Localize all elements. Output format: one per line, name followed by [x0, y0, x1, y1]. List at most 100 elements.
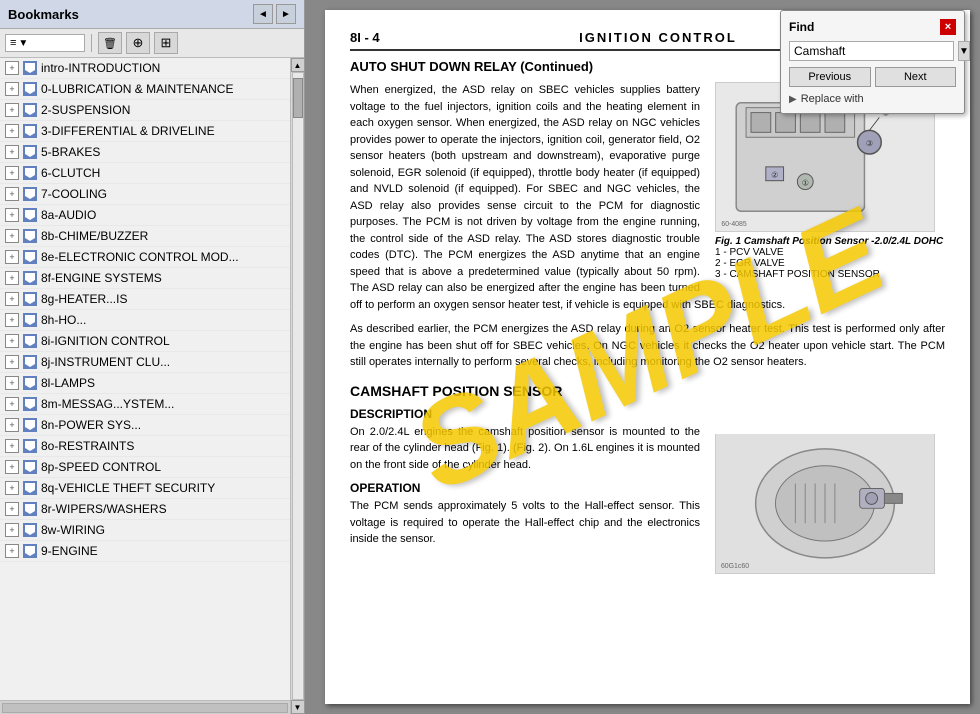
svg-text:①: ① [802, 179, 809, 188]
find-bar: Find × ▼ Previous Next ▶ Replace with [780, 10, 965, 114]
bookmark-item-8w[interactable]: +8w-WIRING [0, 520, 290, 541]
find-dropdown-button[interactable]: ▼ [958, 41, 970, 61]
expand-icon[interactable]: + [5, 82, 19, 96]
bookmark-item-3[interactable]: +3-DIFFERENTIAL & DRIVELINE [0, 121, 290, 142]
sidebar-nav-left[interactable]: ◄ [253, 4, 273, 24]
bookmark-item-6[interactable]: +6-CLUTCH [0, 163, 290, 184]
expand-icon[interactable]: + [5, 166, 19, 180]
bookmark-label: 8f-ENGINE SYSTEMS [41, 271, 162, 285]
bookmark-item-8i[interactable]: +8i-IGNITION CONTROL [0, 331, 290, 352]
bookmark-item-2[interactable]: +2-SUSPENSION [0, 100, 290, 121]
next-button[interactable]: Next [875, 67, 957, 87]
expand-icon[interactable]: + [5, 103, 19, 117]
view-dropdown[interactable]: ≡ ▼ [5, 34, 85, 52]
bookmark-item-8l[interactable]: +8l-LAMPS [0, 373, 290, 394]
find-input[interactable] [789, 41, 954, 61]
bookmark-item-5[interactable]: +5-BRAKES [0, 142, 290, 163]
bookmark-icon [23, 355, 37, 369]
expand-icon[interactable]: + [5, 187, 19, 201]
figure-1-caption: Fig. 1 Camshaft Position Sensor -2.0/2.4… [715, 236, 945, 280]
bookmark-item-intro[interactable]: + intro-INTRODUCTION [0, 58, 290, 79]
expand-icon[interactable]: + [5, 376, 19, 390]
bookmark-icon [23, 397, 37, 411]
section-number: 8I - 4 [350, 30, 380, 45]
properties-button[interactable]: ⊞ [154, 32, 178, 54]
bookmark-icon [23, 187, 37, 201]
expand-icon[interactable]: + [5, 124, 19, 138]
bookmark-item-8n[interactable]: +8n-POWER SYS... [0, 415, 290, 436]
vertical-scrollbar[interactable]: ▲ ▼ [290, 58, 304, 714]
bookmark-item-8p[interactable]: +8p-SPEED CONTROL [0, 457, 290, 478]
expand-icon[interactable]: + [5, 439, 19, 453]
expand-icon[interactable]: + [5, 397, 19, 411]
bookmark-label: 8i-IGNITION CONTROL [41, 334, 170, 348]
bookmark-item-7[interactable]: +7-COOLING [0, 184, 290, 205]
bookmark-icon [23, 124, 37, 138]
bookmark-item-8q[interactable]: +8q-VEHICLE THEFT SECURITY [0, 478, 290, 499]
expand-icon[interactable]: + [5, 544, 19, 558]
find-bar-header: Find × [789, 19, 956, 35]
bookmark-item-8f[interactable]: +8f-ENGINE SYSTEMS [0, 268, 290, 289]
find-replace-row: ▶ Replace with [789, 93, 956, 105]
bookmark-label: 6-CLUTCH [41, 166, 100, 180]
expand-button[interactable]: ⊕ [126, 32, 150, 54]
bookmark-icon [23, 271, 37, 285]
figure-1-label-3: 3 - CAMSHAFT POSITION SENSOR [715, 269, 945, 280]
delete-button[interactable]: 🗑 [98, 32, 122, 54]
bookmark-item-8o[interactable]: +8o-RESTRAINTS [0, 436, 290, 457]
expand-icon[interactable]: + [5, 292, 19, 306]
description-heading: DESCRIPTION [350, 407, 945, 421]
expand-icon[interactable]: + [5, 313, 19, 327]
expand-icon[interactable]: + [5, 418, 19, 432]
expand-icon[interactable]: + [5, 229, 19, 243]
bookmark-icon [23, 481, 37, 495]
bookmark-icon [23, 502, 37, 516]
sidebar-header: Bookmarks ◄ ► [0, 0, 304, 29]
bookmark-item-8b[interactable]: +8b-CHIME/BUZZER [0, 226, 290, 247]
svg-text:③: ③ [866, 139, 873, 148]
scroll-up-btn[interactable]: ▲ [291, 58, 305, 72]
bookmark-icon [23, 544, 37, 558]
bookmark-icon [23, 103, 37, 117]
expand-icon[interactable]: + [5, 481, 19, 495]
bookmark-item-0[interactable]: +0-LUBRICATION & MAINTENANCE [0, 79, 290, 100]
expand-icon[interactable]: + [5, 250, 19, 264]
bookmark-item-8r[interactable]: +8r-WIPERS/WASHERS [0, 499, 290, 520]
bookmark-icon [23, 460, 37, 474]
bookmark-item-8e[interactable]: +8e-ELECTRONIC CONTROL MOD... [0, 247, 290, 268]
expand-icon[interactable]: + [5, 271, 19, 285]
expand-icon[interactable]: + [5, 523, 19, 537]
bookmark-label: intro-INTRODUCTION [41, 61, 160, 75]
bookmark-label: 8h-HO... [41, 313, 86, 327]
find-input-row: ▼ [789, 41, 956, 61]
scroll-thumb[interactable] [293, 78, 303, 118]
bookmark-icon [23, 292, 37, 306]
expand-icon[interactable]: + [5, 502, 19, 516]
bookmark-item-8m[interactable]: +8m-MESSAG...YSTEM... [0, 394, 290, 415]
bookmark-item-8j[interactable]: +8j-INSTRUMENT CLU... [0, 352, 290, 373]
bookmark-item-8h[interactable]: +8h-HO... [0, 310, 290, 331]
expand-icon[interactable]: + [5, 208, 19, 222]
expand-icon[interactable]: + [5, 355, 19, 369]
horizontal-scrollbar[interactable] [0, 700, 290, 714]
scroll-down-btn[interactable]: ▼ [291, 700, 305, 714]
expand-icon[interactable]: + [5, 334, 19, 348]
expand-icon[interactable]: + [5, 145, 19, 159]
expand-icon[interactable]: + [5, 61, 19, 75]
bookmark-icon [23, 313, 37, 327]
bookmark-item-8a[interactable]: +8a-AUDIO [0, 205, 290, 226]
bookmark-icon [23, 376, 37, 390]
find-close-button[interactable]: × [940, 19, 956, 35]
sidebar-nav-right[interactable]: ► [276, 4, 296, 24]
toolbar-separator [91, 34, 92, 52]
document-page: SAMPLE 8I - 4 IGNITION CONTROL PT AUTO S… [325, 10, 970, 704]
expand-icon[interactable]: + [5, 460, 19, 474]
sidebar: Bookmarks ◄ ► ≡ ▼ 🗑 ⊕ ⊞ + intro-INTRODUCT… [0, 0, 305, 714]
hscroll-thumb[interactable] [2, 703, 288, 713]
previous-button[interactable]: Previous [789, 67, 871, 87]
bookmark-label: 8m-MESSAG...YSTEM... [41, 397, 174, 411]
figure-2-image: 60G1c60 [715, 434, 935, 574]
bookmark-item-8g[interactable]: +8g-HEATER...IS [0, 289, 290, 310]
bookmark-item-9[interactable]: +9-ENGINE [0, 541, 290, 562]
svg-text:②: ② [771, 171, 778, 180]
